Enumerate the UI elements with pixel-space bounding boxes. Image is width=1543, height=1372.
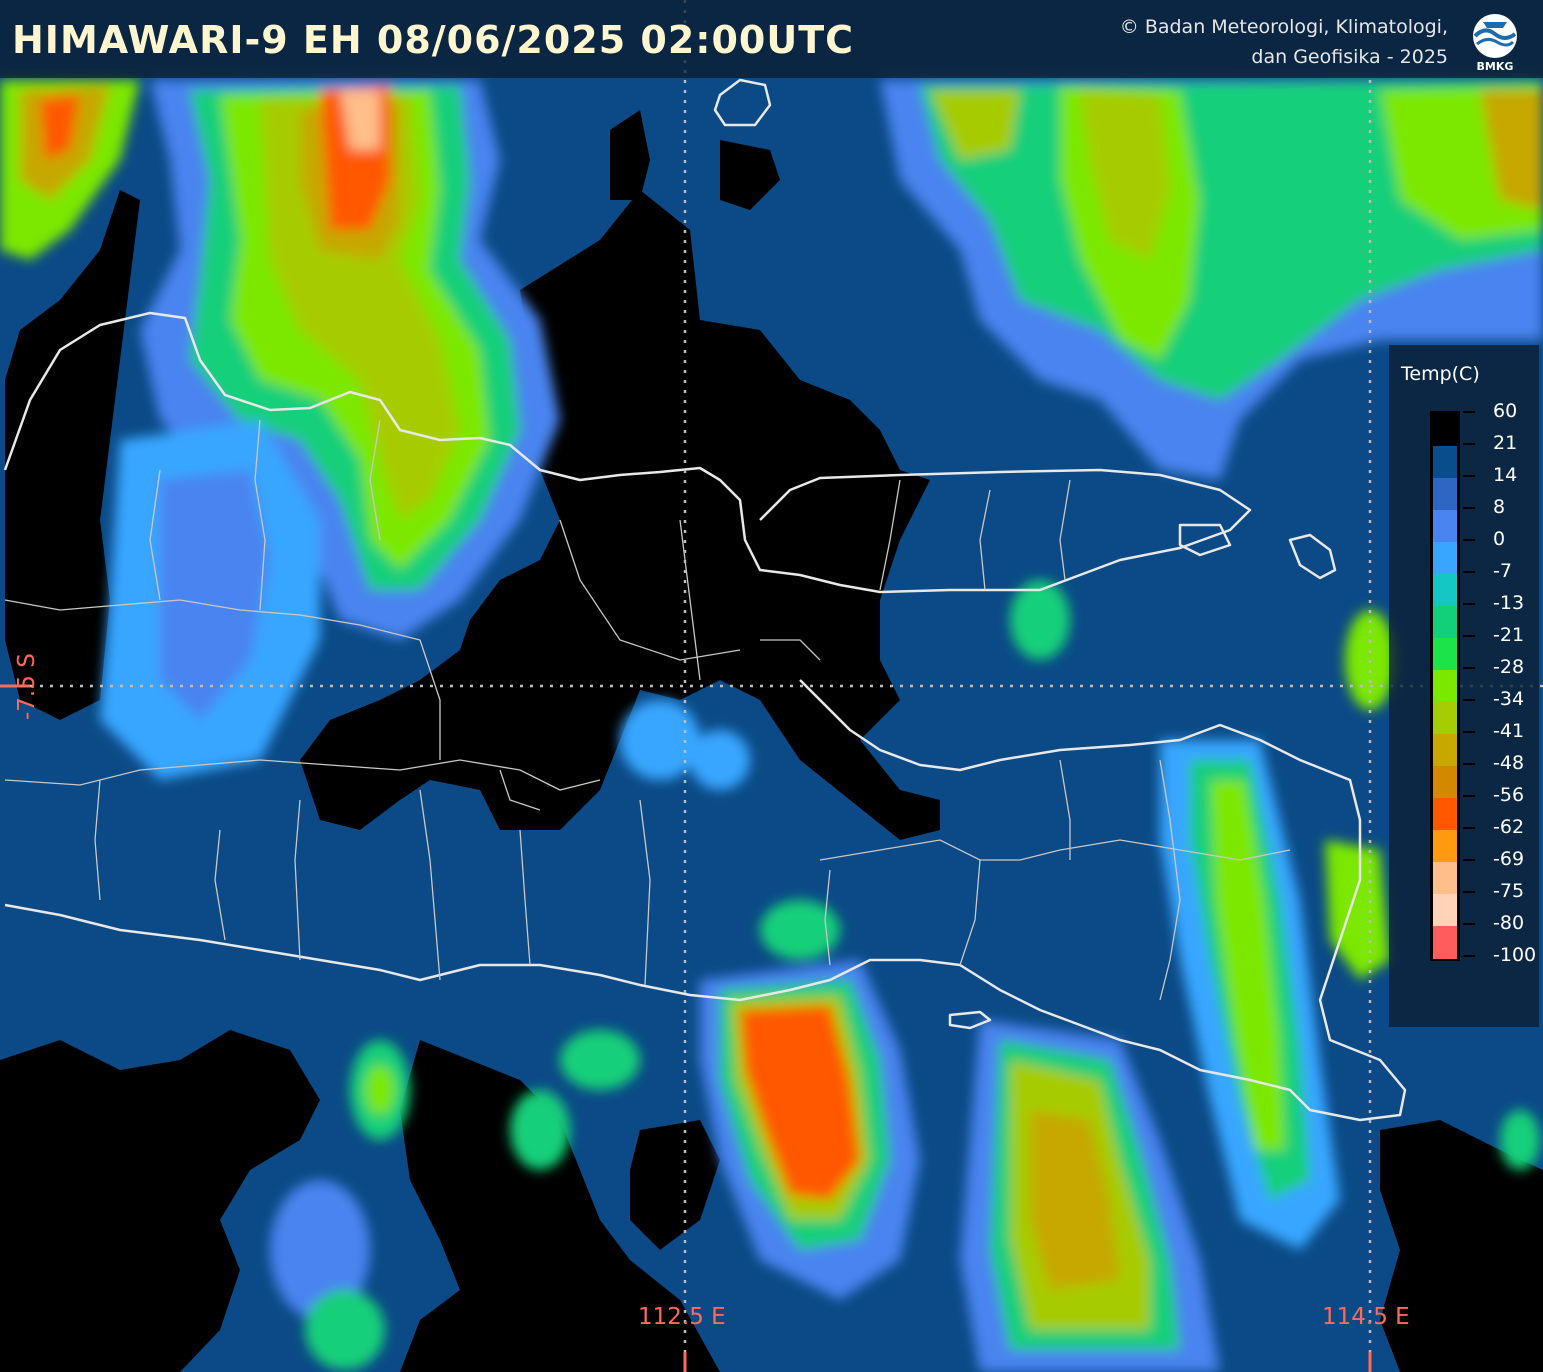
legend-label: -75 [1493,880,1525,902]
temperature-legend: Temp(C) 60 21 14 8 0 -7 -13 -21 -28 -34 -41 -48 -56 -… [1389,345,1539,1027]
logo-text: BMKG [1477,60,1514,72]
legend-tick-mark [1463,411,1475,413]
legend-label: -69 [1493,848,1525,870]
legend-color-segment [1433,510,1457,543]
legend-tick-mark [1463,795,1475,797]
legend-color-segment [1433,894,1457,927]
legend-label: 0 [1493,528,1506,550]
legend-tick-mark [1463,859,1475,861]
legend-label: -13 [1493,592,1525,614]
legend-label: 14 [1493,464,1518,486]
credit-line-2: dan Geofisika - 2025 [1251,46,1448,68]
legend-label: -100 [1493,944,1537,966]
legend-tick-mark [1463,443,1475,445]
legend-color-segment [1433,478,1457,511]
legend-label: -41 [1493,720,1525,742]
legend-tick-mark [1463,731,1475,733]
legend-tick-mark [1463,571,1475,573]
legend-color-segment [1433,798,1457,831]
legend-label: 8 [1493,496,1506,518]
header-bar: HIMAWARI-9 EH 08/06/2025 02:00UTC © Bada… [0,0,1543,78]
legend-color-segment [1433,766,1457,799]
legend-color-segment [1433,830,1457,863]
credit-line-1: © Badan Meteorologi, Klimatologi, [1119,16,1448,38]
longitude-label-112-5: 112.5 E [638,1304,726,1330]
longitude-label-114-5: 114.5 E [1322,1304,1410,1330]
color-bar [1430,411,1460,961]
legend-color-segment [1433,414,1457,447]
legend-label: -62 [1493,816,1525,838]
legend-color-segment [1433,734,1457,767]
credit-text: © Badan Meteorologi, Klimatologi, dan Ge… [1120,12,1448,72]
legend-tick-mark [1463,827,1475,829]
legend-tick-mark [1463,667,1475,669]
legend-label: -80 [1493,912,1525,934]
legend-color-segment [1433,446,1457,479]
legend-tick-mark [1463,603,1475,605]
satellite-map [0,0,1543,1372]
legend-color-segment [1433,702,1457,735]
image-title: HIMAWARI-9 EH 08/06/2025 02:00UTC [12,18,855,62]
legend-color-segment [1433,542,1457,575]
legend-color-segment [1433,606,1457,639]
legend-label: -28 [1493,656,1525,678]
legend-label: 60 [1493,400,1518,422]
latitude-label: -7.5 S [14,653,40,720]
legend-label: -34 [1493,688,1525,710]
legend-tick-mark [1463,475,1475,477]
legend-tick-mark [1463,507,1475,509]
legend-label: -56 [1493,784,1525,806]
satellite-imagery-frame: HIMAWARI-9 EH 08/06/2025 02:00UTC © Bada… [0,0,1543,1372]
legend-tick-mark [1463,699,1475,701]
legend-tick-mark [1463,955,1475,957]
legend-color-segment [1433,574,1457,607]
legend-title: Temp(C) [1401,363,1480,385]
bmkg-logo: BMKG [1469,12,1521,73]
legend-color-segment [1433,926,1457,959]
legend-label: 21 [1493,432,1518,454]
legend-color-segment [1433,638,1457,671]
legend-tick-mark [1463,539,1475,541]
bmkg-logo-icon: BMKG [1473,14,1517,73]
legend-tick-mark [1463,923,1475,925]
legend-label: -21 [1493,624,1525,646]
legend-label: -7 [1493,560,1512,582]
legend-color-segment [1433,862,1457,895]
legend-tick-mark [1463,635,1475,637]
legend-tick-mark [1463,891,1475,893]
legend-label: -48 [1493,752,1525,774]
legend-tick-mark [1463,763,1475,765]
legend-color-segment [1433,670,1457,703]
